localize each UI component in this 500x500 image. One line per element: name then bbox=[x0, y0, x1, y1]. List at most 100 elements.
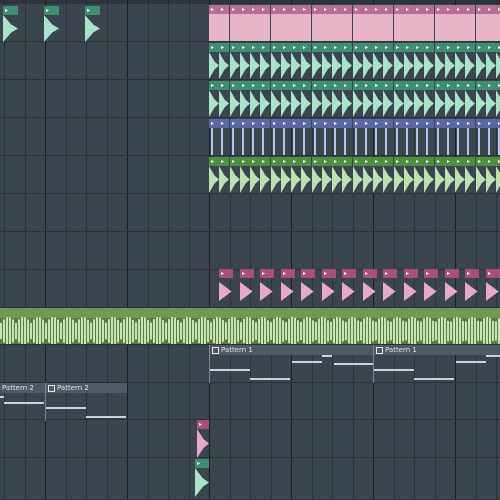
audio-clip[interactable]: ▸ bbox=[332, 43, 342, 79]
audio-clip[interactable]: ▸ bbox=[435, 81, 445, 117]
audio-clip[interactable]: ▸ bbox=[476, 81, 486, 117]
audio-clip[interactable]: ▸ bbox=[363, 81, 373, 117]
audio-clip[interactable]: ▸ bbox=[219, 5, 229, 41]
audio-clip[interactable]: ▸ bbox=[476, 5, 486, 41]
audio-clip[interactable]: ▸ bbox=[404, 43, 414, 79]
audio-clip[interactable]: ▸ bbox=[301, 43, 311, 79]
audio-clip[interactable]: ▸ bbox=[260, 119, 270, 155]
audio-clip[interactable]: ▸ bbox=[445, 269, 459, 305]
audio-clip[interactable]: ▸ bbox=[373, 81, 383, 117]
audio-clip[interactable]: ▸ bbox=[363, 5, 373, 41]
audio-clip[interactable]: ▸ bbox=[281, 81, 291, 117]
audio-clip[interactable]: ▸ bbox=[445, 119, 455, 155]
audio-clip[interactable]: ▸ bbox=[250, 119, 260, 155]
playlist-area[interactable]: ▸ ▸ ▸ ▸ ▸ ▸ ▸ ▸ ▸ ▸ ▸ ▸ ▸ ▸ ▸ ▸ ▸ ▸ ▸ ▸ ▸ ▸ ▸ ▸ ▸ ▸ ▸ ▸ ▸ ▸ ▸ ▸ ▸ ▸ ▸ ▸ ▸ ▸ ▸ ▸… bbox=[0, 0, 500, 500]
audio-clip[interactable]: ▸ bbox=[465, 119, 475, 155]
audio-clip[interactable]: ▸ bbox=[496, 157, 500, 193]
audio-clip[interactable]: ▸ bbox=[260, 43, 270, 79]
audio-clip[interactable]: ▸ bbox=[281, 269, 295, 305]
audio-clip[interactable]: ▸ bbox=[455, 157, 465, 193]
audio-clip[interactable]: ▸ bbox=[230, 5, 240, 41]
audio-clip[interactable]: ▸ bbox=[3, 6, 18, 42]
audio-clip[interactable]: ▸ bbox=[260, 157, 270, 193]
audio-clip[interactable]: ▸ bbox=[219, 43, 229, 79]
audio-clip[interactable]: ▸ bbox=[445, 157, 455, 193]
audio-clip[interactable]: ▸ bbox=[373, 119, 383, 155]
audio-clip[interactable]: ▸ bbox=[445, 5, 455, 41]
audio-clip[interactable]: ▸ bbox=[281, 157, 291, 193]
audio-clip[interactable]: ▸ bbox=[424, 81, 434, 117]
audio-clip[interactable]: ▸ bbox=[353, 43, 363, 79]
audio-clip[interactable]: ▸ bbox=[414, 5, 424, 41]
audio-clip[interactable]: ▸ bbox=[435, 119, 445, 155]
audio-clip[interactable]: ▸ bbox=[476, 119, 486, 155]
audio-clip[interactable]: ▸ bbox=[465, 5, 475, 41]
audio-clip[interactable]: ▸ bbox=[271, 5, 281, 41]
audio-clip[interactable]: ▸ bbox=[301, 81, 311, 117]
audio-clip[interactable]: ▸ bbox=[342, 5, 352, 41]
audio-clip[interactable]: ▸ bbox=[394, 81, 404, 117]
audio-clip[interactable]: ▸ bbox=[394, 157, 404, 193]
audio-clip[interactable]: ▸ bbox=[353, 5, 363, 41]
audio-clip[interactable]: ▸ bbox=[291, 43, 301, 79]
audio-clip[interactable]: ▸ bbox=[363, 269, 377, 305]
audio-clip[interactable]: ▸ bbox=[455, 5, 465, 41]
audio-clip[interactable]: ▸ bbox=[240, 5, 250, 41]
audio-clip[interactable]: ▸ bbox=[455, 119, 465, 155]
audio-clip[interactable]: ▸ bbox=[322, 43, 332, 79]
audio-clip[interactable]: ▸ bbox=[486, 5, 496, 41]
audio-clip[interactable]: ▸ bbox=[250, 157, 260, 193]
audio-clip[interactable]: ▸ bbox=[271, 119, 281, 155]
audio-clip[interactable]: ▸ bbox=[85, 6, 100, 42]
audio-clip[interactable]: ▸ bbox=[486, 157, 496, 193]
audio-clip[interactable]: ▸ bbox=[312, 43, 322, 79]
audio-clip[interactable]: ▸ bbox=[414, 43, 424, 79]
audio-clip[interactable]: ▸ bbox=[383, 5, 393, 41]
audio-clip[interactable]: ▸ bbox=[424, 269, 438, 305]
audio-clip[interactable]: ▸ bbox=[291, 5, 301, 41]
audio-clip[interactable]: ▸ bbox=[342, 119, 352, 155]
audio-clip[interactable]: ▸ bbox=[301, 119, 311, 155]
audio-clip[interactable]: ▸ bbox=[240, 269, 254, 305]
audio-clip[interactable]: ▸ bbox=[240, 157, 250, 193]
pattern-clip-1b[interactable]: Pattern 1 bbox=[373, 345, 500, 383]
audio-clip[interactable]: ▸ bbox=[465, 81, 475, 117]
audio-clip[interactable]: ▸ bbox=[219, 119, 229, 155]
audio-clip[interactable]: ▸ bbox=[291, 157, 301, 193]
audio-clip[interactable]: ▸ bbox=[322, 81, 332, 117]
audio-clip[interactable]: ▸ bbox=[209, 119, 219, 155]
audio-clip[interactable]: ▸ bbox=[44, 6, 59, 42]
audio-clip[interactable]: ▸ bbox=[260, 269, 274, 305]
audio-clip[interactable]: ▸ bbox=[455, 81, 465, 117]
audio-clip[interactable]: ▸ bbox=[209, 81, 219, 117]
audio-clip[interactable]: ▸ bbox=[435, 157, 445, 193]
audio-clip[interactable]: ▸ bbox=[353, 81, 363, 117]
audio-clip[interactable]: ▸ bbox=[260, 5, 270, 41]
audio-clip[interactable]: ▸ bbox=[414, 157, 424, 193]
track-lane[interactable] bbox=[0, 420, 500, 458]
audio-clip[interactable]: ▸ bbox=[404, 157, 414, 193]
audio-clip[interactable]: ▸ bbox=[394, 119, 404, 155]
audio-clip[interactable]: ▸ bbox=[195, 459, 209, 497]
pattern-clip-2a[interactable]: Pattern 2 bbox=[0, 383, 45, 421]
audio-clip[interactable]: ▸ bbox=[312, 119, 322, 155]
audio-clip[interactable]: ▸ bbox=[332, 5, 342, 41]
audio-clip-full[interactable] bbox=[0, 308, 500, 345]
audio-clip[interactable]: ▸ bbox=[281, 43, 291, 79]
audio-clip[interactable]: ▸ bbox=[271, 157, 281, 193]
audio-clip[interactable]: ▸ bbox=[342, 269, 356, 305]
audio-clip[interactable]: ▸ bbox=[230, 157, 240, 193]
audio-clip[interactable]: ▸ bbox=[342, 157, 352, 193]
audio-clip[interactable]: ▸ bbox=[271, 43, 281, 79]
audio-clip[interactable]: ▸ bbox=[435, 43, 445, 79]
audio-clip[interactable]: ▸ bbox=[383, 269, 397, 305]
audio-clip[interactable]: ▸ bbox=[353, 119, 363, 155]
audio-clip[interactable]: ▸ bbox=[445, 43, 455, 79]
audio-clip[interactable]: ▸ bbox=[240, 119, 250, 155]
audio-clip[interactable]: ▸ bbox=[445, 81, 455, 117]
audio-clip[interactable]: ▸ bbox=[363, 119, 373, 155]
audio-clip[interactable]: ▸ bbox=[219, 81, 229, 117]
audio-clip[interactable]: ▸ bbox=[281, 5, 291, 41]
audio-clip[interactable]: ▸ bbox=[260, 81, 270, 117]
audio-clip[interactable]: ▸ bbox=[197, 420, 209, 458]
